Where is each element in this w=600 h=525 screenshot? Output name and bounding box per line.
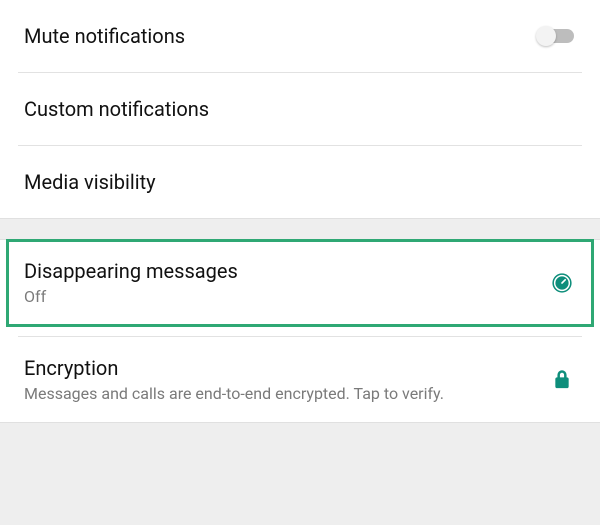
timer-icon: [548, 272, 576, 294]
disappearing-messages-row[interactable]: Disappearing messages Off: [0, 240, 600, 326]
mute-notifications-title: Mute notifications: [24, 23, 520, 49]
custom-notifications-title: Custom notifications: [24, 96, 560, 122]
row-text: Encryption Messages and calls are end-to…: [24, 355, 548, 405]
mute-toggle[interactable]: [536, 26, 576, 46]
privacy-section: Disappearing messages Off Encryption Mes…: [0, 240, 600, 422]
row-text: Media visibility: [24, 169, 576, 195]
disappearing-messages-sub: Off: [24, 286, 532, 308]
encryption-sub: Messages and calls are end-to-end encryp…: [24, 383, 532, 405]
disappearing-messages-title: Disappearing messages: [24, 258, 532, 284]
row-text: Custom notifications: [24, 96, 576, 122]
section-gap: [0, 218, 600, 240]
media-visibility-title: Media visibility: [24, 169, 560, 195]
notifications-section: Mute notifications Custom notifications …: [0, 0, 600, 218]
media-visibility-row[interactable]: Media visibility: [0, 146, 600, 218]
spacer: [0, 326, 600, 336]
toggle-thumb: [536, 26, 556, 46]
lock-icon: [548, 368, 576, 390]
row-text: Mute notifications: [24, 23, 536, 49]
mute-notifications-row[interactable]: Mute notifications: [0, 0, 600, 72]
encryption-title: Encryption: [24, 355, 532, 381]
encryption-row[interactable]: Encryption Messages and calls are end-to…: [0, 337, 600, 423]
custom-notifications-row[interactable]: Custom notifications: [0, 73, 600, 145]
row-text: Disappearing messages Off: [24, 258, 548, 308]
bottom-gap: [0, 422, 600, 432]
